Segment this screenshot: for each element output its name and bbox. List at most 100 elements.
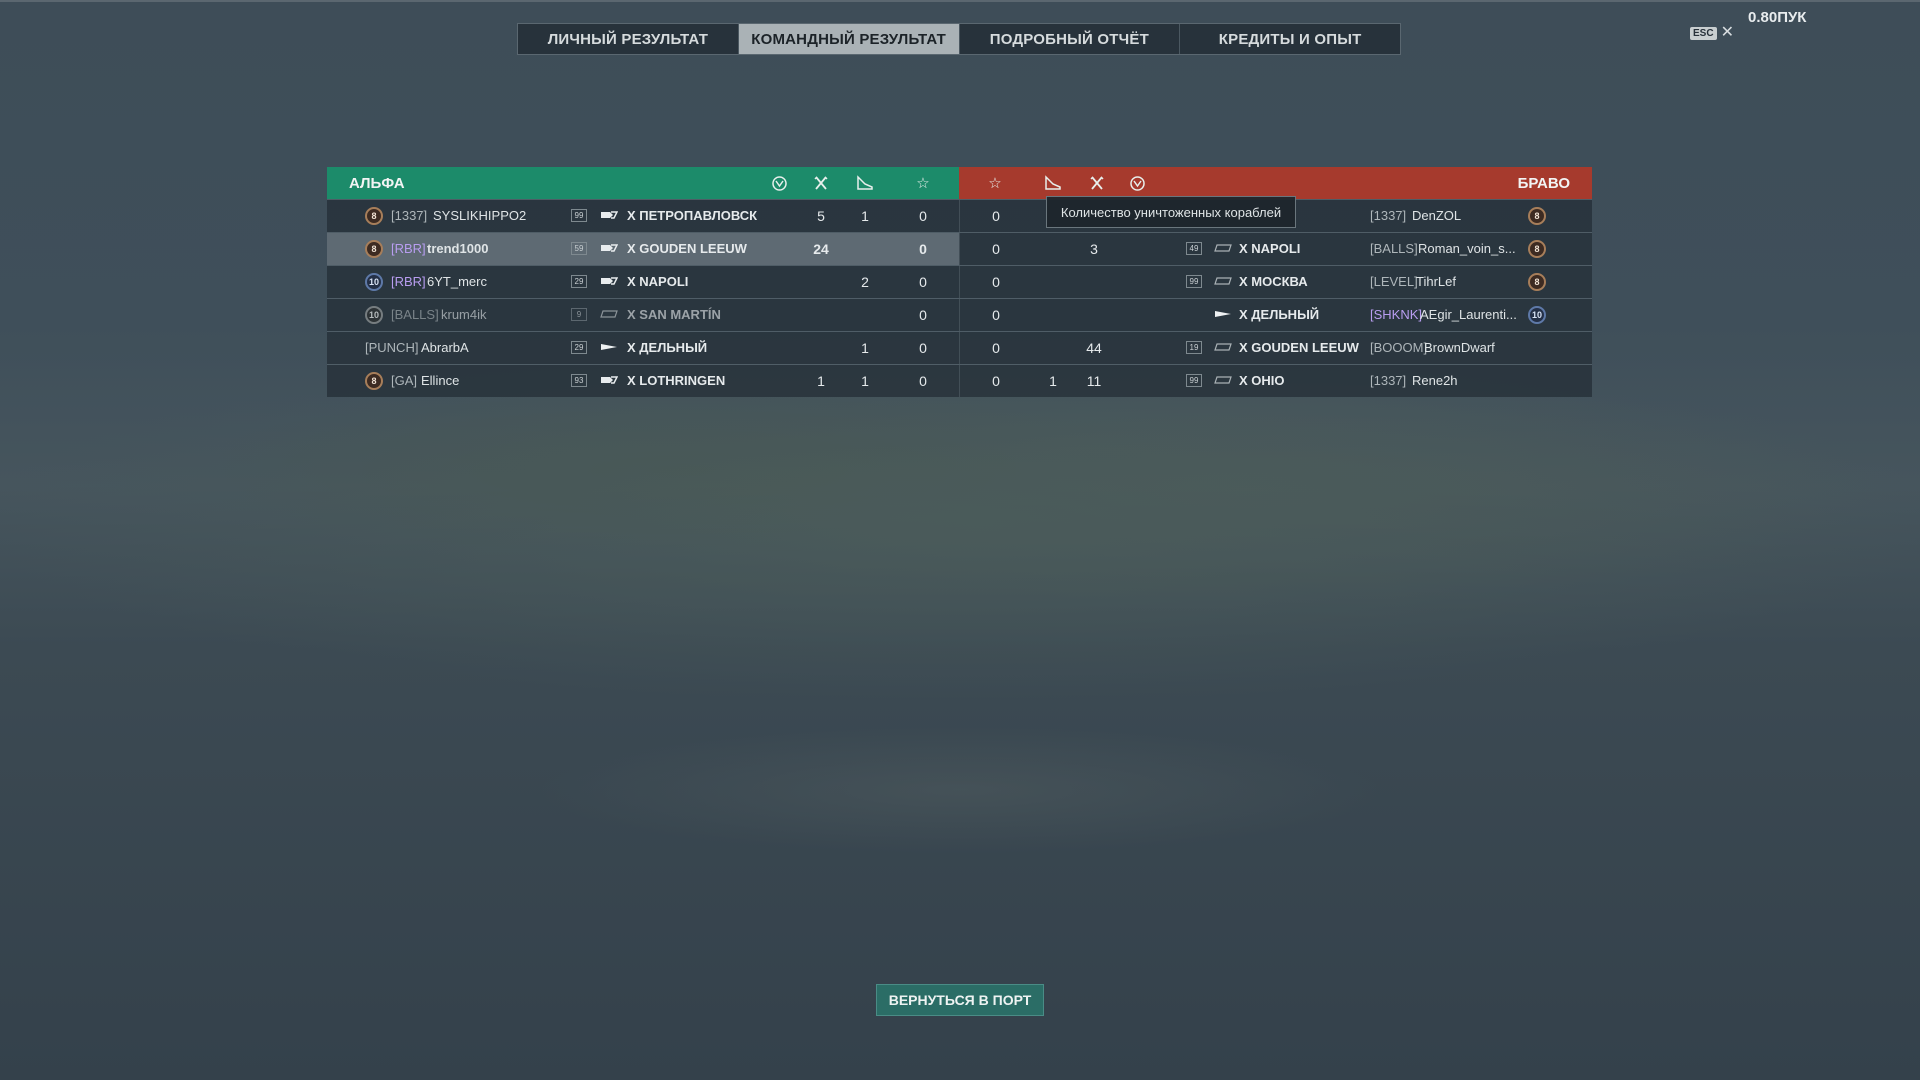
player-name: krum4ik: [441, 307, 487, 322]
player-name: DenZOL: [1412, 208, 1462, 223]
kills-tooltip: Количество уничтоженных кораблей: [1046, 196, 1296, 228]
kills-icon: [811, 173, 831, 193]
rank-badge-icon: 8: [365, 240, 383, 258]
rank-badge-icon: 8: [1528, 273, 1546, 291]
xp-icon: [769, 173, 789, 193]
star-count: 0: [919, 307, 927, 323]
tab-credits-xp[interactable]: КРЕДИТЫ И ОПЫТ: [1180, 24, 1400, 54]
kills-icon: [1087, 173, 1107, 193]
player-name: trend1000: [427, 241, 489, 256]
account-level-badge: 49: [1186, 242, 1202, 255]
ship-class-icon: [600, 310, 618, 318]
ship-name: X OHIO: [1239, 373, 1285, 388]
planes-count: 1: [861, 208, 869, 224]
kills-count: 5: [817, 208, 825, 224]
alpha-player-row[interactable]: 8 [GA] Ellince 93 X LOTHRINGEN 1 1 0: [327, 365, 959, 397]
ship-name: X SAN MARTÍN: [627, 307, 721, 322]
bravo-player-row[interactable]: 0 44 19 X GOUDEN LEEUW [BOOOM] BrownDwar…: [959, 332, 1592, 364]
rank-badge-icon: 8: [365, 372, 383, 390]
star-count: 0: [992, 340, 1000, 356]
alpha-header: АЛЬФА ☆: [327, 167, 959, 199]
star-count: 0: [919, 340, 927, 356]
kills-count: 44: [1086, 340, 1102, 356]
account-level-badge: 93: [571, 374, 587, 387]
ship-name: X NAPOLI: [627, 274, 689, 289]
planes-icon: [1043, 173, 1063, 193]
tab-team-result[interactable]: КОМАНДНЫЙ РЕЗУЛЬТАТ: [738, 24, 960, 54]
star-count: 0: [992, 241, 1000, 257]
return-to-port-button[interactable]: ВЕРНУТЬСЯ В ПОРТ: [876, 984, 1044, 1016]
star-count: 0: [992, 274, 1000, 290]
player-name: AbrarbA: [421, 340, 469, 355]
alpha-player-row[interactable]: 10 [RBR] 6YT_merc 29 X NAPOLI 2 0: [327, 266, 959, 298]
rank-badge-icon: 8: [1528, 207, 1546, 225]
ship-name: X GOUDEN LEEUW: [627, 241, 747, 256]
table-row: [PUNCH] AbrarbA 29 X ДЕЛЬНЫЙ 1 0 0 44 19…: [327, 331, 1592, 364]
planes-icon: [855, 173, 875, 193]
alpha-player-row[interactable]: 8 [1337] SYSLIKHIPPO2 99 X ПЕТРОПАВЛОВСК…: [327, 200, 959, 232]
alpha-player-row[interactable]: 8 [RBR] trend1000 59 X GOUDEN LEEUW 24 0: [327, 233, 959, 265]
star-count: 0: [919, 274, 927, 290]
kills-count: 1: [817, 373, 825, 389]
ship-class-icon: [601, 277, 618, 285]
kills-count: 24: [813, 241, 829, 257]
account-level-badge: 99: [1186, 275, 1202, 288]
clan-tag: [BOOOM]: [1370, 340, 1428, 355]
ship-class-icon: [601, 344, 617, 350]
clan-tag: [1337]: [391, 208, 428, 223]
bravo-header: ☆ БРАВО: [959, 167, 1592, 199]
ship-class-icon: [601, 376, 618, 384]
close-button[interactable]: ESC ✕: [1690, 25, 1734, 41]
alpha-player-row[interactable]: [PUNCH] AbrarbA 29 X ДЕЛЬНЫЙ 1 0: [327, 332, 959, 364]
star-count: 0: [992, 373, 1000, 389]
ship-class-icon: [1214, 376, 1232, 384]
ship-name: X ДЕЛЬНЫЙ: [1239, 307, 1320, 322]
ship-name: X NAPOLI: [1239, 241, 1301, 256]
bravo-player-row[interactable]: 0 1 11 99 X OHIO [1337] Rene2h: [959, 365, 1592, 397]
star-icon: ☆: [916, 175, 930, 192]
rank-badge-icon: 10: [1528, 306, 1546, 324]
planes-count: 1: [861, 340, 869, 356]
star-count: 0: [992, 307, 1000, 323]
result-tabs: ЛИЧНЫЙ РЕЗУЛЬТАТ КОМАНДНЫЙ РЕЗУЛЬТАТ ПОД…: [517, 23, 1401, 55]
bravo-player-row[interactable]: 0 3 49 X NAPOLI [BALLS] Roman_voin_s... …: [959, 233, 1592, 265]
account-level-badge: 29: [571, 341, 587, 354]
tab-detailed-report[interactable]: ПОДРОБНЫЙ ОТЧЁТ: [960, 24, 1181, 54]
alpha-team-name: АЛЬФА: [349, 175, 405, 192]
table-row: 8 [GA] Ellince 93 X LOTHRINGEN 1 1 0 0 1…: [327, 364, 1592, 397]
tab-personal-result[interactable]: ЛИЧНЫЙ РЕЗУЛЬТАТ: [518, 24, 739, 54]
account-level-badge: 99: [1186, 374, 1202, 387]
player-name: Ellince: [421, 373, 460, 388]
rank-badge-icon: 10: [365, 273, 383, 291]
clan-tag: [LEVEL]: [1370, 274, 1418, 289]
player-name: TihrLef: [1416, 274, 1456, 289]
player-name: AEgir_Laurenti...: [1420, 307, 1517, 322]
top-right-label: 0.80ПУК: [1748, 9, 1807, 26]
rank-badge-icon: 8: [365, 207, 383, 225]
rank-badge-icon: 8: [1528, 240, 1546, 258]
player-name: Rene2h: [1412, 373, 1458, 388]
ship-name: X МОСКВА: [1239, 274, 1308, 289]
player-name: Roman_voin_s...: [1418, 241, 1516, 256]
table-row-current-player: 8 [RBR] trend1000 59 X GOUDEN LEEUW 24 0…: [327, 232, 1592, 265]
clan-tag: [BALLS]: [1370, 241, 1418, 256]
clan-tag: [1337]: [1370, 373, 1407, 388]
account-level-badge: 99: [571, 209, 587, 222]
player-name: 6YT_merc: [427, 274, 487, 289]
kills-count: 3: [1090, 241, 1098, 257]
top-border: [0, 0, 1920, 2]
clan-tag: [GA]: [391, 373, 418, 388]
ship-class-icon: [1215, 311, 1231, 317]
ship-class-icon: [1214, 244, 1232, 252]
bravo-team-name: БРАВО: [1517, 175, 1570, 192]
bravo-player-row[interactable]: 0 99 X МОСКВА [LEVEL] TihrLef 8: [959, 266, 1592, 298]
account-level-badge: 29: [571, 275, 587, 288]
table-header: АЛЬФА ☆ ☆ БРАВО: [327, 167, 1592, 199]
ship-class-icon: [601, 211, 618, 219]
account-level-badge: 19: [1186, 341, 1202, 354]
star-count: 0: [919, 208, 927, 224]
alpha-player-row[interactable]: 10 [BALLS] krum4ik 9 X SAN MARTÍN 0: [327, 299, 959, 331]
bravo-player-row[interactable]: 0 X ДЕЛЬНЫЙ [SHKNK] AEgir_Laurenti... 10: [959, 299, 1592, 331]
table-row: 10 [RBR] 6YT_merc 29 X NAPOLI 2 0 0 99 X…: [327, 265, 1592, 298]
table-row: 8 [1337] SYSLIKHIPPO2 99 X ПЕТРОПАВЛОВСК…: [327, 199, 1592, 232]
